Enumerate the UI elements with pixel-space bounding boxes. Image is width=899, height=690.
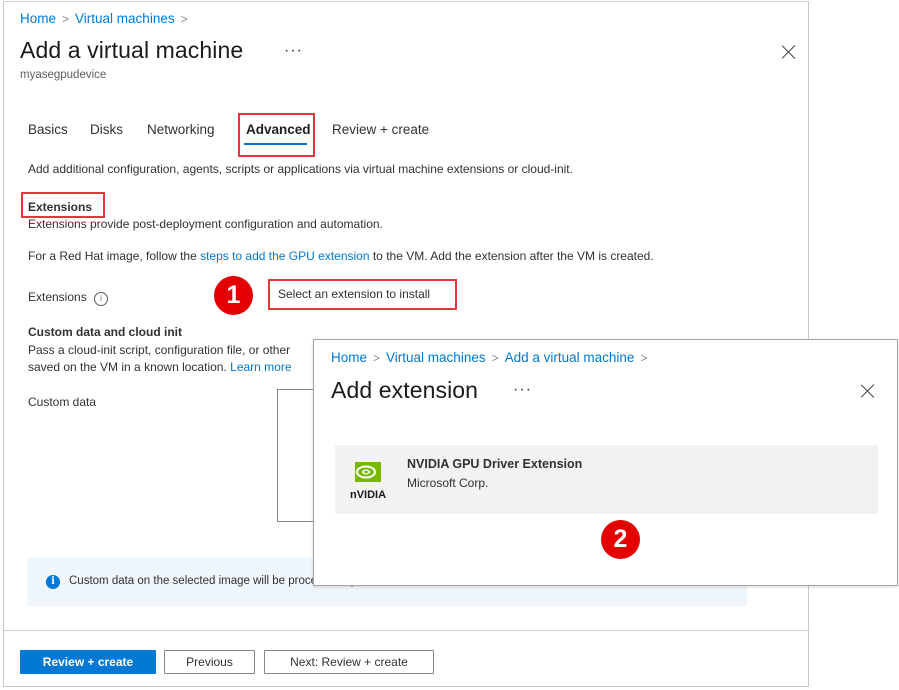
extensions-description: Extensions provide post-deployment confi… xyxy=(28,217,383,231)
more-options-icon[interactable]: ··· xyxy=(284,42,303,60)
review-create-button[interactable]: Review + create xyxy=(20,650,156,674)
overlay-breadcrumb: Home > Virtual machines > Add a virtual mach… xyxy=(331,350,653,365)
info-icon: i xyxy=(46,575,60,589)
highlight-advanced-tab xyxy=(238,113,315,157)
gpu-extension-steps-link[interactable]: steps to add the GPU extension xyxy=(200,249,369,263)
custom-data-description-text: saved on the VM in a known location. xyxy=(28,360,227,374)
custom-data-description-2: saved on the VM in a known location. Lea… xyxy=(28,360,292,374)
breadcrumb-add-vm[interactable]: Add a virtual machine xyxy=(505,350,635,365)
footer-divider xyxy=(4,630,809,631)
info-icon[interactable]: i xyxy=(94,292,109,306)
breadcrumb-home[interactable]: Home xyxy=(20,11,56,26)
nvidia-logo-icon: nVIDIA xyxy=(350,462,386,501)
chevron-right-icon: > xyxy=(373,351,381,365)
extension-name: NVIDIA GPU Driver Extension xyxy=(407,457,583,471)
breadcrumb-home[interactable]: Home xyxy=(331,350,367,365)
breadcrumb: Home > Virtual machines > xyxy=(20,11,194,26)
redhat-note-suffix: to the VM. Add the extension after the V… xyxy=(369,249,654,263)
chevron-right-icon: > xyxy=(62,12,70,26)
extensions-field-label: Extensions i xyxy=(28,290,109,306)
learn-more-link[interactable]: Learn more xyxy=(230,360,291,374)
redhat-note-prefix: For a Red Hat image, follow the xyxy=(28,249,201,263)
highlight-extensions-heading xyxy=(21,192,105,218)
chevron-right-icon: > xyxy=(640,351,648,365)
custom-data-heading: Custom data and cloud init xyxy=(28,325,183,339)
tab-review-create[interactable]: Review + create xyxy=(332,122,429,137)
select-extension-link[interactable]: Select an extension to install xyxy=(278,287,430,301)
breadcrumb-virtual-machines[interactable]: Virtual machines xyxy=(75,11,175,26)
chevron-right-icon: > xyxy=(180,12,188,26)
next-review-create-button[interactable]: Next: Review + create xyxy=(264,650,434,674)
tab-networking[interactable]: Networking xyxy=(147,122,215,137)
add-extension-panel: Home > Virtual machines > Add a virtual mach… xyxy=(313,339,898,586)
extensions-label-text: Extensions xyxy=(28,290,87,304)
custom-data-description-1: Pass a cloud-init script, configuration … xyxy=(28,343,291,357)
extension-card-nvidia[interactable]: nVIDIA NVIDIA GPU Driver Extension Micro… xyxy=(335,445,878,514)
close-icon[interactable] xyxy=(861,384,875,398)
page-title: Add a virtual machine xyxy=(20,37,244,63)
intro-text: Add additional configuration, agents, sc… xyxy=(28,162,573,176)
step-1-badge: 1 xyxy=(214,276,253,315)
more-options-icon[interactable]: ··· xyxy=(513,381,532,399)
nvidia-logo-text: nVIDIA xyxy=(350,489,386,501)
overlay-title: Add extension xyxy=(331,377,479,403)
chevron-right-icon: > xyxy=(491,351,499,365)
extension-publisher: Microsoft Corp. xyxy=(407,476,489,490)
previous-button[interactable]: Previous xyxy=(164,650,255,674)
custom-data-label: Custom data xyxy=(28,395,97,409)
close-icon[interactable] xyxy=(782,45,796,59)
breadcrumb-virtual-machines[interactable]: Virtual machines xyxy=(386,350,486,365)
redhat-note: For a Red Hat image, follow the steps to… xyxy=(28,249,654,263)
step-2-badge: 2 xyxy=(601,520,640,559)
resource-subtitle: myasegpudevice xyxy=(20,69,107,81)
tab-basics[interactable]: Basics xyxy=(28,122,68,137)
tab-disks[interactable]: Disks xyxy=(90,122,123,137)
